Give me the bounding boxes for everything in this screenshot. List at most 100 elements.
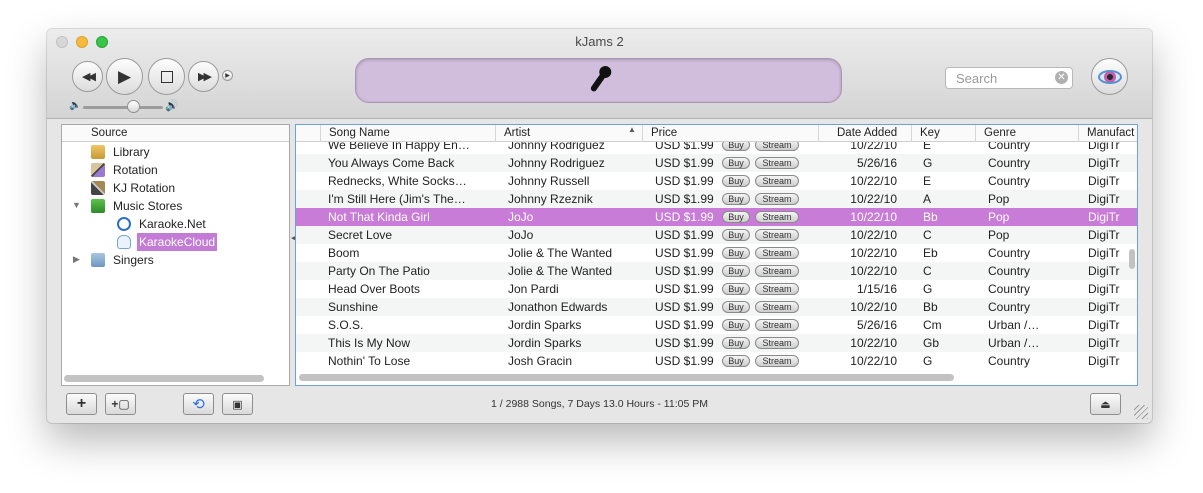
stream-button[interactable]: Stream xyxy=(755,319,799,331)
music-store-icon xyxy=(91,199,105,213)
search-input[interactable] xyxy=(945,67,1073,89)
cell-key: C xyxy=(923,264,932,278)
stream-button[interactable]: Stream xyxy=(755,157,799,169)
cell-manufacturer: DigiTr xyxy=(1088,174,1120,188)
table-row[interactable]: S.O.S. Jordin Sparks USD $1.99 5/26/16 Cm Urb… xyxy=(296,316,1137,334)
cell-price: USD $1.99 xyxy=(655,318,714,332)
table-row[interactable]: Head Over Boots Jon Pardi USD $1.99 1/15/16… xyxy=(296,280,1137,298)
buy-button[interactable]: Buy xyxy=(722,301,750,313)
cell-artist: Jolie & The Wanted xyxy=(508,246,613,260)
table-row[interactable]: Not That Kinda Girl JoJo USD $1.99 10/22/10… xyxy=(296,208,1137,226)
stream-button[interactable]: Stream xyxy=(755,283,799,295)
now-playing-display[interactable] xyxy=(355,58,842,103)
buy-button[interactable]: Buy xyxy=(722,229,750,241)
source-item-library[interactable]: Library xyxy=(91,143,152,161)
table-row[interactable]: Nothin' To Lose Josh Gracin USD $1.99 10/22… xyxy=(296,352,1137,369)
stream-button[interactable]: Stream xyxy=(755,247,799,259)
buy-button[interactable]: Buy xyxy=(722,283,750,295)
table-row[interactable]: Sunshine Jonathon Edwards USD $1.99 10/22/1… xyxy=(296,298,1137,316)
cell-key: G xyxy=(923,354,933,368)
stream-button[interactable]: Stream xyxy=(755,211,799,223)
stream-button[interactable]: Stream xyxy=(755,265,799,277)
stream-button[interactable]: Stream xyxy=(755,175,799,187)
buy-button[interactable]: Buy xyxy=(722,355,750,367)
column-header-genre[interactable]: Genre xyxy=(975,125,1078,142)
table-row[interactable]: I'm Still Here (Jim's The… Johnny Rzeznik… xyxy=(296,190,1137,208)
source-item-karaoke-net[interactable]: Karaoke.Net xyxy=(117,215,208,233)
table-row[interactable]: Rednecks, White Socks… Johnny Russell USD … xyxy=(296,172,1137,190)
buy-button[interactable]: Buy xyxy=(722,211,750,223)
column-header-price[interactable]: Price xyxy=(642,125,818,142)
cell-song-name: Rednecks, White Socks… xyxy=(328,174,467,188)
next-track-button[interactable]: ▶ xyxy=(222,70,233,81)
source-item-karaoke-cloud[interactable]: KaraokeCloud xyxy=(117,233,218,251)
buy-button[interactable]: Buy xyxy=(722,175,750,187)
cell-price: USD $1.99 xyxy=(655,336,714,350)
cell-song-name: Head Over Boots xyxy=(328,282,421,296)
resize-grip-icon[interactable] xyxy=(1134,405,1148,419)
source-header[interactable]: Source xyxy=(62,125,289,142)
buy-button[interactable]: Buy xyxy=(722,265,750,277)
table-row[interactable]: Boom Jolie & The Wanted USD $1.99 10/22/10 E… xyxy=(296,244,1137,262)
eject-button[interactable]: ⏏ xyxy=(1090,393,1121,415)
column-header-date-added[interactable]: Date Added xyxy=(818,125,911,142)
stream-button[interactable]: Stream xyxy=(755,229,799,241)
column-header-key[interactable]: Key xyxy=(911,125,975,142)
stream-button[interactable]: Stream xyxy=(755,355,799,367)
search-clear-icon[interactable]: ✕ xyxy=(1055,71,1068,84)
table-row[interactable]: We Believe In Happy En… Johnny Rodriguez U… xyxy=(296,142,1137,154)
buy-button[interactable]: Buy xyxy=(722,193,750,205)
buy-button[interactable]: Buy xyxy=(722,337,750,349)
cell-date-added: 10/22/10 xyxy=(850,174,897,188)
column-header-manufacturer[interactable]: Manufact xyxy=(1078,125,1137,142)
cell-key: Eb xyxy=(923,246,938,260)
column-header-song[interactable]: Song Name xyxy=(320,125,495,142)
table-horizontal-scrollbar[interactable] xyxy=(299,374,954,381)
table-row[interactable]: This Is My Now Jordin Sparks USD $1.99 10/2… xyxy=(296,334,1137,352)
stop-button[interactable] xyxy=(148,58,185,95)
buy-button[interactable]: Buy xyxy=(722,247,750,259)
karaoke-cloud-icon xyxy=(117,235,131,249)
source-item-music-stores[interactable]: Music Stores xyxy=(91,197,184,215)
cell-song-name: I'm Still Here (Jim's The… xyxy=(328,192,466,206)
table-row[interactable]: Secret Love JoJo USD $1.99 10/22/10 C Pop Digi… xyxy=(296,226,1137,244)
cell-artist: Jonathon Edwards xyxy=(508,300,608,314)
disclosure-expanded-icon[interactable]: ▼ xyxy=(72,200,81,210)
stream-button[interactable]: Stream xyxy=(755,193,799,205)
stream-button[interactable]: Stream xyxy=(755,337,799,349)
buy-button[interactable]: Buy xyxy=(722,319,750,331)
buy-button[interactable]: Buy xyxy=(722,142,750,151)
microphone-icon xyxy=(589,69,609,93)
volume-slider[interactable] xyxy=(83,106,163,109)
source-list[interactable]: Source Library Rotation KJ Rotation ▼ Mu… xyxy=(61,124,290,386)
song-table[interactable]: Song Name Artist ▲ Price Date Added Key … xyxy=(295,124,1138,386)
fast-forward-button[interactable]: ▶▶ xyxy=(188,61,219,92)
disclosure-collapsed-icon[interactable]: ▶ xyxy=(73,254,80,265)
cell-song-name: We Believe In Happy En… xyxy=(328,142,470,152)
stream-button[interactable]: Stream xyxy=(755,142,799,151)
source-item-kj-rotation[interactable]: KJ Rotation xyxy=(91,179,177,197)
source-item-label: Rotation xyxy=(113,163,158,177)
volume-slider-knob[interactable] xyxy=(126,100,140,113)
cell-genre: Country xyxy=(988,354,1031,368)
cell-date-added: 10/22/10 xyxy=(850,192,897,206)
table-vertical-scrollbar[interactable] xyxy=(1129,249,1135,269)
cell-artist: Jolie & The Wanted xyxy=(508,264,613,278)
buy-button[interactable]: Buy xyxy=(722,157,750,169)
library-icon xyxy=(91,145,105,159)
visualizer-button[interactable] xyxy=(1091,58,1128,95)
play-button[interactable]: ▶ xyxy=(106,58,143,95)
column-header-artist[interactable]: Artist xyxy=(495,125,642,142)
source-horizontal-scrollbar[interactable] xyxy=(64,375,264,382)
rewind-button[interactable]: ◀◀ xyxy=(72,61,103,92)
cell-artist: Johnny Rodriguez xyxy=(508,156,605,170)
cell-price: USD $1.99 xyxy=(655,142,714,152)
cell-key: E xyxy=(923,142,932,152)
table-row[interactable]: Party On The Patio Jolie & The Wanted USD … xyxy=(296,262,1137,280)
cell-key: Cm xyxy=(923,318,942,332)
cell-key: G xyxy=(923,282,933,296)
source-item-rotation[interactable]: Rotation xyxy=(91,161,160,179)
table-row[interactable]: You Always Come Back Johnny Rodriguez USD … xyxy=(296,154,1137,172)
source-item-singers[interactable]: Singers xyxy=(91,251,156,269)
stream-button[interactable]: Stream xyxy=(755,301,799,313)
